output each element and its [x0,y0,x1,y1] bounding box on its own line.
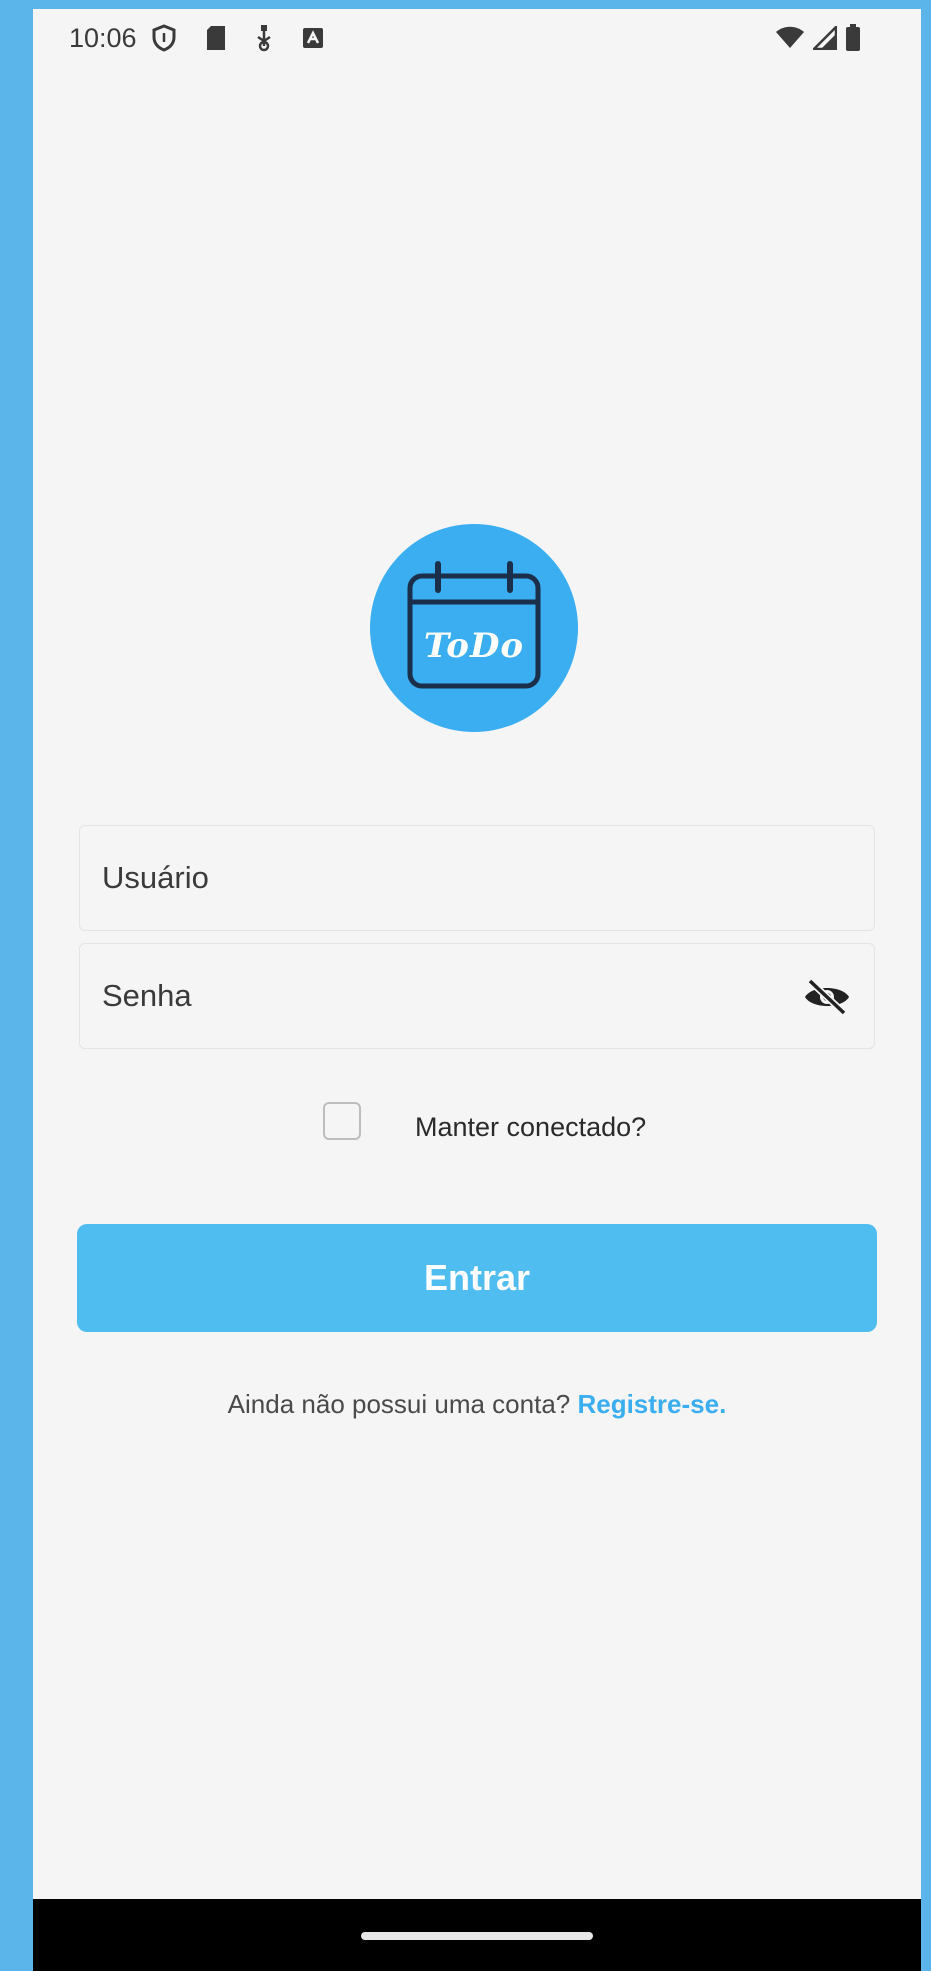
status-icons-right [775,23,861,53]
remember-checkbox[interactable] [323,1102,361,1140]
eye-off-icon[interactable] [802,977,852,1017]
app-logo: ToDo [370,524,578,732]
status-icons-left [151,23,325,53]
username-field[interactable] [79,825,875,931]
system-nav-bar [33,1899,921,1971]
password-field[interactable] [79,943,875,1049]
status-bar: 10:06 [33,9,921,71]
device-frame: 10:06 ToDo Usuário Manter conectado? Ent… [0,0,931,1971]
wifi-icon [775,26,805,50]
register-prompt: Ainda não possui uma conta? [227,1389,578,1419]
username-input[interactable] [102,826,802,930]
notification-app-icon [301,26,325,50]
battery-icon [845,24,861,52]
remember-label[interactable]: Manter conectado? [415,1112,646,1143]
home-indicator[interactable] [361,1932,593,1940]
password-input[interactable] [102,944,802,1048]
login-button[interactable]: Entrar [77,1224,877,1332]
app-screen: 10:06 ToDo Usuário Manter conectado? Ent… [33,9,921,1971]
logo-text: ToDo [423,626,525,666]
register-prompt-line: Ainda não possui uma conta? Registre-se. [33,1389,921,1420]
cellular-signal-icon [813,26,837,50]
vpn-shield-icon [151,24,177,52]
status-time: 10:06 [69,23,137,53]
sd-card-icon [205,25,227,51]
usb-icon [255,24,273,52]
register-link[interactable]: Registre-se. [577,1389,726,1419]
